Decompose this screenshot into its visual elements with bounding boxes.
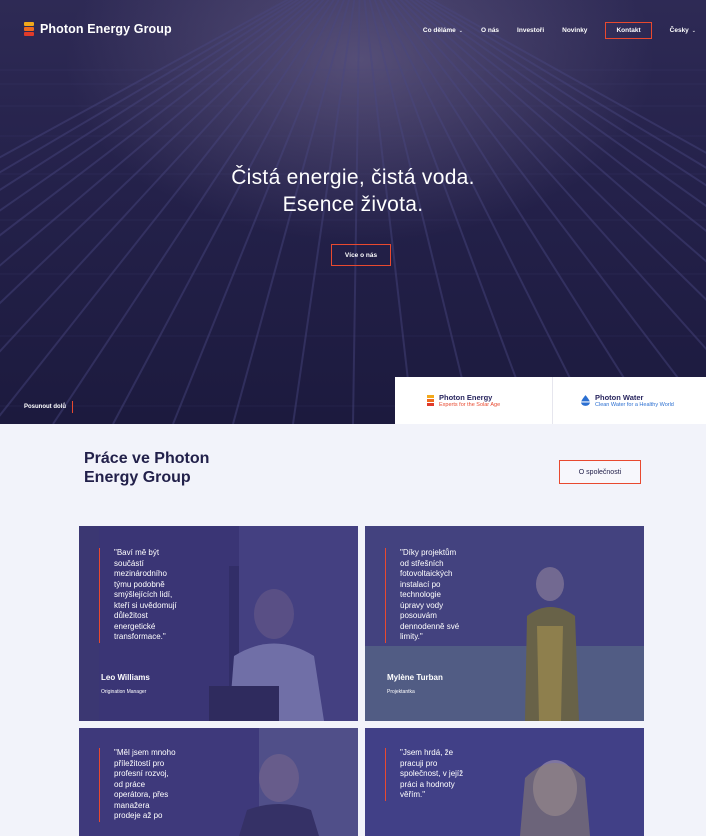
chevron-down-icon: ⌄ — [458, 27, 463, 34]
quote-line: "Baví mě být — [114, 548, 160, 557]
language-selector[interactable]: Česky ⌄ — [670, 27, 696, 34]
more-about-us-button[interactable]: Více o nás — [331, 244, 391, 266]
quote-line: mezinárodního — [114, 569, 167, 578]
careers-title-line-1: Práce ve Photon — [84, 450, 210, 467]
nav-item-co-delame[interactable]: Co děláme ⌄ — [423, 27, 463, 34]
quote-line: prodeje až po — [114, 811, 163, 820]
testimonial-card-4[interactable]: "Jsem hrdá, že pracuji pro společnost, v… — [365, 728, 644, 836]
water-drop-icon — [581, 395, 590, 406]
nav-label: Co děláme — [422, 27, 456, 34]
testimonial-quote: "Měl jsem mnoho příležitostí pro profesn… — [99, 748, 176, 822]
quote-line: od práce — [114, 779, 146, 789]
brand-logo[interactable]: Photon Energy Group — [24, 22, 172, 36]
scroll-down-link[interactable]: Posunout dolů — [24, 401, 73, 413]
person-role: Origination Manager — [101, 689, 147, 695]
testimonial-card-3[interactable]: "Měl jsem mnoho příležitostí pro profesn… — [79, 728, 358, 836]
quote-line: dennodenně své — [400, 621, 460, 631]
testimonial-quote: "Baví mě být součástí mezinárodního týmu… — [99, 548, 177, 643]
quote-line: "Jsem hrdá, že — [400, 748, 454, 757]
quote-line: "Měl jsem mnoho — [114, 748, 176, 757]
brand-photon-water[interactable]: Photon Water Clean Water for a Healthy W… — [552, 377, 706, 424]
person-name: Mylène Turban — [387, 673, 443, 682]
quote-line: příležitostí pro — [114, 758, 165, 768]
hero-section: Photon Energy Group Co děláme ⌄ O nás In… — [0, 0, 706, 424]
quote-line: důležitost — [114, 611, 148, 620]
testimonial-quote: "Jsem hrdá, že pracuji pro společnost, v… — [385, 748, 463, 801]
nav-label: Kontakt — [616, 27, 641, 34]
quote-line: "Díky projektům — [400, 548, 457, 557]
quote-line: týmu podobně — [114, 579, 165, 589]
nav-label: Investoři — [517, 27, 545, 34]
language-label: Česky — [669, 27, 689, 34]
nav-label: O nás — [480, 27, 500, 34]
quote-line: manažera — [114, 800, 150, 810]
quote-line: fotovoltaických — [400, 569, 453, 578]
quote-line: věřím." — [400, 790, 426, 799]
brand-name: Photon Energy Group — [40, 22, 172, 36]
nav-item-investori[interactable]: Investoři — [517, 27, 544, 34]
nav-item-o-nas[interactable]: O nás — [481, 27, 499, 34]
brand-photon-energy[interactable]: Photon Energy Experts for the Solar Age — [395, 377, 552, 424]
testimonial-card-leo-williams[interactable]: "Baví mě být součástí mezinárodního týmu… — [79, 526, 358, 721]
quote-line: transformace." — [114, 632, 166, 641]
nav-item-kontakt[interactable]: Kontakt — [605, 22, 652, 39]
quote-line: součástí — [114, 558, 144, 568]
quote-line: profesní rozvoj, — [114, 769, 169, 778]
scroll-indicator-icon — [72, 401, 73, 413]
quote-line: kteří si uvědomují — [114, 600, 177, 610]
person-role: Projektantka — [387, 689, 415, 695]
photon-energy-logo-icon — [427, 395, 434, 406]
nav-label: Novinky — [562, 27, 588, 34]
quote-line: energetické — [114, 621, 156, 631]
quote-line: posouvám — [400, 611, 437, 620]
careers-title: Práce ve Photon Energy Group — [84, 449, 209, 487]
quote-line: společnost, v jejíž — [400, 769, 464, 778]
person-name: Leo Williams — [101, 673, 150, 682]
quote-line: smýšlejících lidí, — [114, 590, 173, 599]
hero-title-line-2: Esence života. — [282, 193, 424, 216]
hero-title-line-1: Čistá energie, čistá voda. — [231, 166, 475, 189]
main-nav: Co děláme ⌄ O nás Investoři Novinky Kont… — [405, 22, 696, 39]
quote-line: instalací po — [400, 579, 441, 589]
brand-tagline: Experts for the Solar Age — [439, 401, 501, 408]
quote-line: úpravy vody — [400, 600, 444, 610]
brand-tagline: Clean Water for a Healthy World — [595, 401, 674, 408]
chevron-down-icon: ⌄ — [691, 27, 696, 34]
photon-logo-icon — [24, 22, 34, 36]
quote-line: pracuji pro — [400, 758, 438, 768]
nav-item-novinky[interactable]: Novinky — [562, 27, 587, 34]
brand-switcher: Photon Energy Experts for the Solar Age … — [395, 377, 706, 424]
hero-title: Čistá energie, čistá voda. Esence života… — [0, 164, 706, 218]
brand-name: Photon Energy — [439, 392, 493, 402]
scroll-down-label: Posunout dolů — [24, 404, 66, 410]
quote-line: limity." — [400, 632, 423, 641]
quote-line: operátora, přes — [114, 790, 169, 799]
careers-title-line-2: Energy Group — [84, 469, 191, 486]
testimonial-quote: "Díky projektům od střešních fotovoltaic… — [385, 548, 459, 643]
testimonial-card-mylene-turban[interactable]: "Díky projektům od střešních fotovoltaic… — [365, 526, 644, 721]
quote-line: práci a hodnoty — [400, 779, 455, 789]
quote-line: od střešních — [400, 558, 444, 568]
quote-line: technologie — [400, 590, 441, 599]
about-company-button[interactable]: O společnosti — [559, 460, 641, 484]
brand-name: Photon Water — [595, 392, 644, 402]
